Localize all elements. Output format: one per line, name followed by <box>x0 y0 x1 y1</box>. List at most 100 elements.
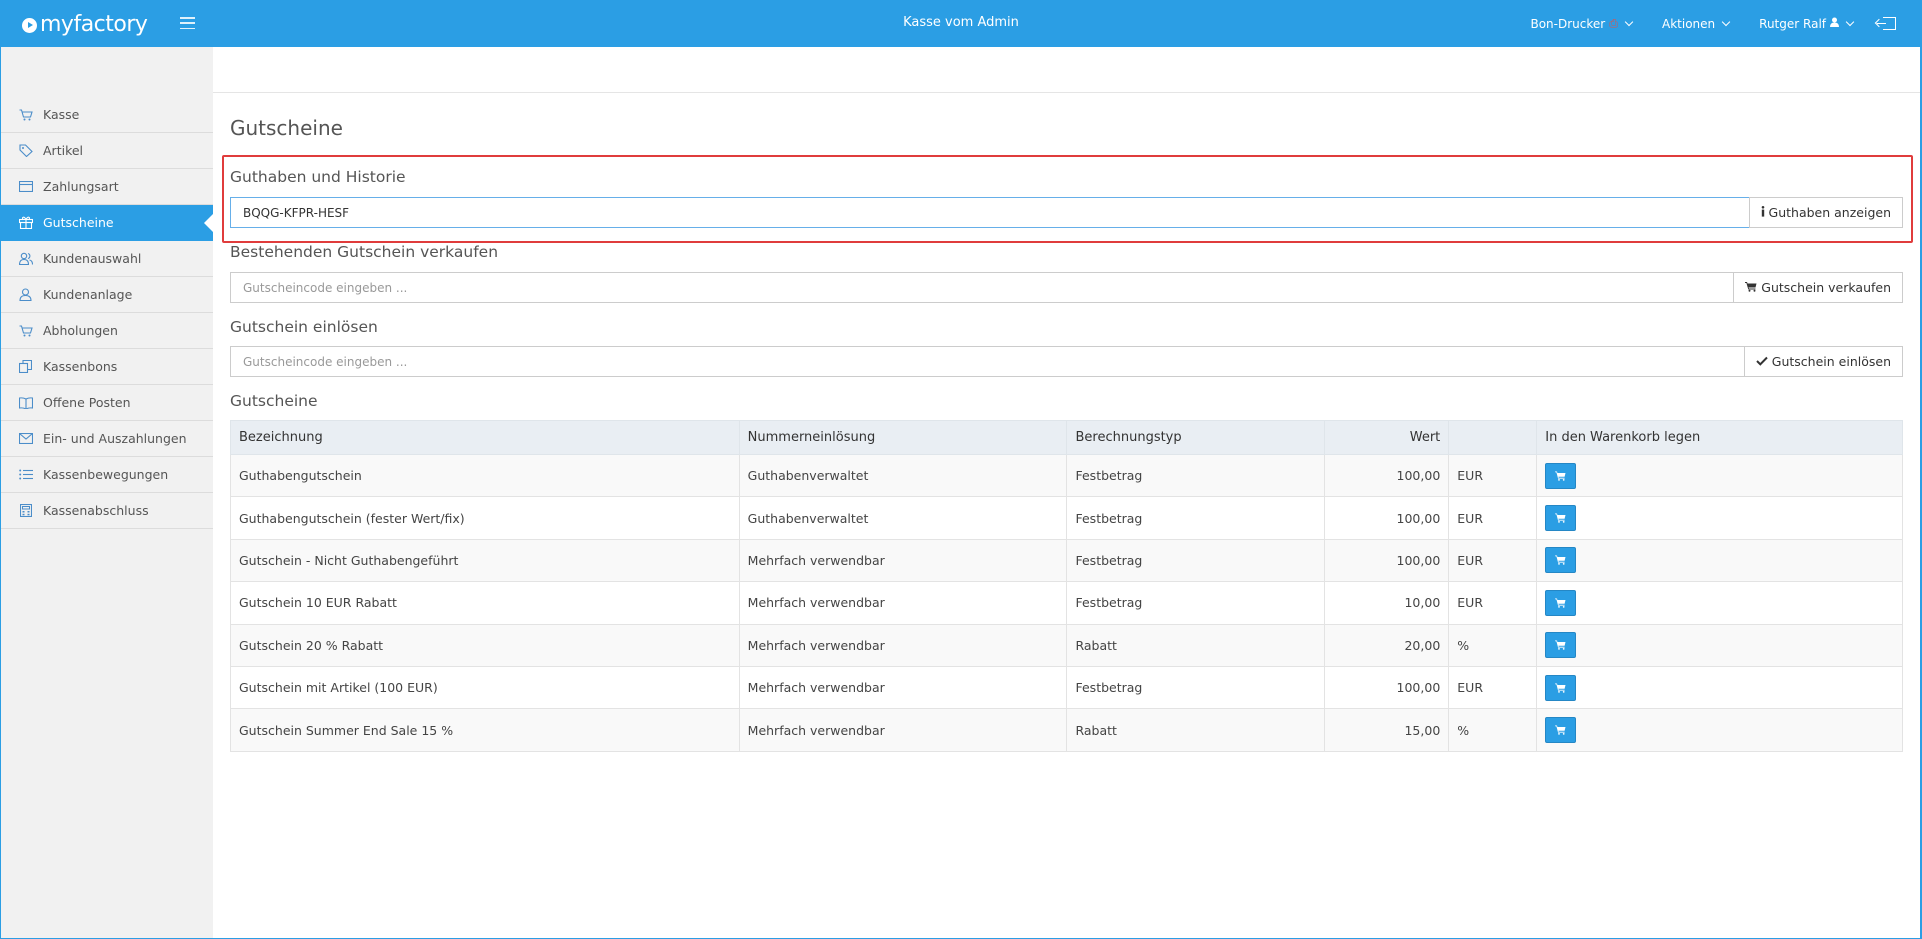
logo-text: myfactory <box>40 12 148 37</box>
redeem-input-group: Gutschein einlösen <box>230 346 1903 377</box>
user-icon <box>1830 17 1839 30</box>
info-icon <box>1761 205 1765 220</box>
cell-calc-type: Rabatt <box>1066 708 1326 752</box>
balance-input-group: Guthaben anzeigen <box>230 197 1903 228</box>
add-to-cart-button[interactable] <box>1545 717 1577 744</box>
cell-add-to-cart <box>1536 665 1903 710</box>
cell-numbering: Mehrfach verwendbar <box>738 538 1068 583</box>
sidebar-item-kundenanlage[interactable]: Kundenanlage <box>1 277 213 313</box>
cell-numbering: Mehrfach verwendbar <box>738 708 1068 752</box>
book-icon <box>18 396 33 409</box>
add-to-cart-button[interactable] <box>1545 547 1577 574</box>
sidebar-item-kassenabschluss[interactable]: Kassenabschluss <box>1 493 213 529</box>
cell-add-to-cart <box>1536 623 1903 667</box>
cart-icon <box>1555 683 1566 693</box>
printer-menu[interactable]: Bon-Drucker ⎙ <box>1530 16 1634 31</box>
cell-name: Gutschein mit Artikel (100 EUR) <box>230 665 740 710</box>
sell-section-title: Bestehenden Gutschein verkaufen <box>230 243 499 261</box>
add-to-cart-button[interactable] <box>1545 674 1577 701</box>
add-to-cart-button[interactable] <box>1545 505 1577 532</box>
user-menu-label: Rutger Ralf <box>1759 16 1826 31</box>
users-icon <box>18 252 33 265</box>
show-balance-button[interactable]: Guthaben anzeigen <box>1748 197 1903 228</box>
chevron-down-icon <box>1721 17 1731 26</box>
sidebar-item-offene-posten[interactable]: Offene Posten <box>1 385 213 421</box>
sidebar-item-label: Kundenanlage <box>43 287 133 302</box>
sidebar-item-kassenbewegungen[interactable]: Kassenbewegungen <box>1 457 213 493</box>
column-header-numbering[interactable]: Nummerneinlösung <box>738 420 1068 455</box>
cell-value: 100,00 <box>1324 538 1450 583</box>
actions-menu[interactable]: Aktionen <box>1662 17 1731 31</box>
balance-section-title: Guthaben und Historie <box>230 168 406 186</box>
sidebar-item-kassenbons[interactable]: Kassenbons <box>1 349 213 385</box>
cell-numbering: Mehrfach verwendbar <box>738 623 1068 667</box>
table-row: Guthabengutschein (fester Wert/fix) Guth… <box>230 496 1903 540</box>
list-icon <box>18 468 33 481</box>
cart-icon <box>1555 471 1566 481</box>
top-bar: myfactory Kasse vom Admin Bon-Drucker ⎙ … <box>0 0 1922 47</box>
sidebar-item-label: Kassenabschluss <box>43 503 149 518</box>
cell-calc-type: Festbetrag <box>1066 496 1326 540</box>
sidebar-item-kundenauswahl[interactable]: Kundenauswahl <box>1 241 213 277</box>
cell-calc-type: Rabatt <box>1066 623 1326 667</box>
cell-calc-type: Festbetrag <box>1066 453 1326 498</box>
sidebar-item-kasse[interactable]: Kasse <box>1 97 213 133</box>
sidebar-item-label: Kassenbons <box>43 359 118 374</box>
sidebar-item-label: Kundenauswahl <box>43 251 142 266</box>
cart-icon <box>18 324 33 337</box>
cell-value: 100,00 <box>1324 496 1450 540</box>
table-header-row: Bezeichnung Nummerneinlösung Berechnungs… <box>230 420 1903 455</box>
add-to-cart-button[interactable] <box>1545 589 1577 616</box>
sell-voucher-button[interactable]: Gutschein verkaufen <box>1733 272 1903 303</box>
vouchers-section-title: Gutscheine <box>230 392 318 410</box>
add-to-cart-button[interactable] <box>1545 632 1577 659</box>
sell-input-group: Gutschein verkaufen <box>230 272 1903 303</box>
table-row: Gutschein 20 % Rabatt Mehrfach verwendba… <box>230 623 1903 667</box>
redeem-voucher-input[interactable] <box>230 346 1744 377</box>
cell-value: 15,00 <box>1324 708 1450 752</box>
cart-icon <box>1555 513 1566 523</box>
sidebar-nav: Kasse Artikel Zahlungsart Gutscheine Kun… <box>1 97 213 529</box>
column-header-value[interactable]: Wert <box>1324 420 1450 455</box>
show-balance-label: Guthaben anzeigen <box>1768 205 1891 220</box>
redeem-voucher-button[interactable]: Gutschein einlösen <box>1743 346 1903 377</box>
cell-add-to-cart <box>1536 708 1903 752</box>
sidebar-item-gutscheine[interactable]: Gutscheine <box>1 205 213 241</box>
cell-unit: EUR <box>1448 496 1538 540</box>
column-header-unit <box>1448 420 1538 455</box>
menu-toggle-icon[interactable] <box>180 17 195 29</box>
sidebar-item-zahlungsart[interactable]: Zahlungsart <box>1 169 213 205</box>
cart-icon <box>1555 725 1566 735</box>
envelope-icon <box>18 432 33 445</box>
voucher-code-input[interactable] <box>230 197 1749 228</box>
logout-icon[interactable] <box>1877 17 1896 30</box>
cart-icon <box>1745 281 1757 295</box>
sidebar-item-label: Ein- und Auszahlungen <box>43 431 187 446</box>
sidebar-item-label: Artikel <box>43 143 84 158</box>
cart-icon <box>1555 598 1566 608</box>
sidebar-item-abholungen[interactable]: Abholungen <box>1 313 213 349</box>
column-header-name[interactable]: Bezeichnung <box>230 420 740 455</box>
sidebar-item-label: Kassenbewegungen <box>43 467 169 482</box>
table-row: Gutschein 10 EUR Rabatt Mehrfach verwend… <box>230 581 1903 625</box>
cell-unit: EUR <box>1448 538 1538 583</box>
cell-value: 100,00 <box>1324 453 1450 498</box>
user-menu[interactable]: Rutger Ralf <box>1759 16 1855 31</box>
sell-voucher-input[interactable] <box>230 272 1734 303</box>
cell-unit: % <box>1448 708 1538 752</box>
cell-add-to-cart <box>1536 581 1903 625</box>
sidebar: Kasse Artikel Zahlungsart Gutscheine Kun… <box>1 47 213 939</box>
add-to-cart-button[interactable] <box>1545 462 1577 489</box>
column-header-calc-type[interactable]: Berechnungstyp <box>1066 420 1326 455</box>
printer-icon: ⎙ <box>1609 16 1619 30</box>
printer-menu-label: Bon-Drucker <box>1530 16 1606 31</box>
cell-calc-type: Festbetrag <box>1066 538 1326 583</box>
gift-icon <box>18 216 33 229</box>
sidebar-item-artikel[interactable]: Artikel <box>1 133 213 169</box>
sidebar-item-label: Gutscheine <box>43 215 114 230</box>
sidebar-item-ein-und-auszahlungen[interactable]: Ein- und Auszahlungen <box>1 421 213 457</box>
user-icon <box>18 288 33 301</box>
check-icon <box>1756 355 1768 369</box>
cell-name: Gutschein 10 EUR Rabatt <box>230 581 740 625</box>
logo[interactable]: myfactory <box>22 12 148 37</box>
